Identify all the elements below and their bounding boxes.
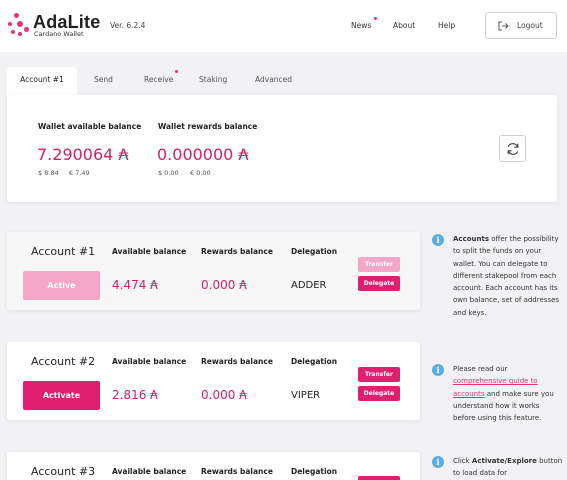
adalite-logo-icon[interactable] (8, 13, 30, 37)
account-3-title: Account #3 (31, 465, 96, 478)
account-2-title: Account #2 (31, 355, 96, 368)
account-1-title: Account #1 (31, 245, 96, 258)
info-icon: i (432, 364, 444, 376)
info-activate-text: Click Activate/Explore button to load da… (453, 457, 563, 478)
account-1-available-header: Available balance (112, 247, 187, 256)
account-1-available-value: 4.474 ₳ (112, 278, 158, 292)
refresh-icon (507, 143, 519, 155)
receive-notification-dot (175, 70, 178, 73)
tab-staking[interactable]: Staking (199, 67, 227, 95)
account-3-transfer-button[interactable] (358, 476, 400, 480)
account-3-rewards-header: Rewards balance (201, 467, 273, 476)
account-1-transfer-button[interactable]: Transfer (358, 257, 400, 272)
logout-label: Logout (517, 21, 543, 30)
available-balance-label: Wallet available balance (38, 122, 142, 131)
available-balance-value: 7.290064 ₳ (37, 145, 129, 164)
account-3-delegation-header: Delegation (291, 467, 338, 476)
tab-account-1[interactable]: Account #1 (7, 67, 77, 95)
account-1-delegation-header: Delegation (291, 247, 338, 256)
logout-button[interactable]: Logout (485, 12, 557, 39)
account-2-delegation-header: Delegation (291, 357, 338, 366)
info-icon: i (432, 234, 444, 246)
account-1-active-button[interactable]: Active (23, 271, 100, 300)
tab-send[interactable]: Send (94, 67, 113, 95)
rewards-balance-eur: € 0.00 (190, 169, 211, 177)
account-2-rewards-value: 0.000 ₳ (201, 388, 247, 402)
account-2-rewards-header: Rewards balance (201, 357, 273, 366)
info-guide-text: Please read our comprehensive guide to a… (453, 365, 554, 423)
rewards-balance-value: 0.000000 ₳ (157, 145, 249, 164)
account-2-delegation-value: VIPER (291, 390, 321, 401)
account-2-transfer-button[interactable]: Transfer (358, 367, 400, 382)
account-2-available-header: Available balance (112, 357, 187, 366)
nav-help[interactable]: Help (438, 21, 455, 30)
account-1-rewards-header: Rewards balance (201, 247, 273, 256)
rewards-balance-label: Wallet rewards balance (158, 122, 258, 131)
tab-receive[interactable]: Receive (144, 67, 173, 95)
info-icon: i (432, 456, 444, 468)
tab-advanced[interactable]: Advanced (255, 67, 292, 95)
nav-news[interactable]: News (351, 21, 371, 30)
info-accounts-text: Accounts offer the possibility to split … (453, 235, 560, 317)
account-1-delegate-button[interactable]: Delegate (358, 276, 400, 291)
brand-subtitle: Cardano Wallet (34, 30, 84, 38)
available-balance-usd: $ 8.84 (38, 169, 59, 177)
account-1-rewards-value: 0.000 ₳ (201, 278, 247, 292)
account-3-available-header: Available balance (112, 467, 187, 476)
news-notification-dot (374, 17, 377, 20)
account-2-activate-button[interactable]: Activate (23, 381, 100, 410)
account-2-available-value: 2.816 ₳ (112, 388, 158, 402)
refresh-button[interactable] (499, 135, 526, 162)
version-label: Ver. 6.2.4 (110, 21, 146, 30)
rewards-balance-usd: $ 0.00 (158, 169, 179, 177)
available-balance-eur: € 7.49 (69, 169, 90, 177)
account-2-delegate-button[interactable]: Delegate (358, 386, 400, 401)
account-1-delegation-value: ADDER (291, 280, 327, 291)
top-bar: AdaLite Cardano Wallet Ver. 6.2.4 News A… (0, 0, 567, 52)
logout-icon (498, 21, 509, 31)
nav-about[interactable]: About (393, 21, 415, 30)
